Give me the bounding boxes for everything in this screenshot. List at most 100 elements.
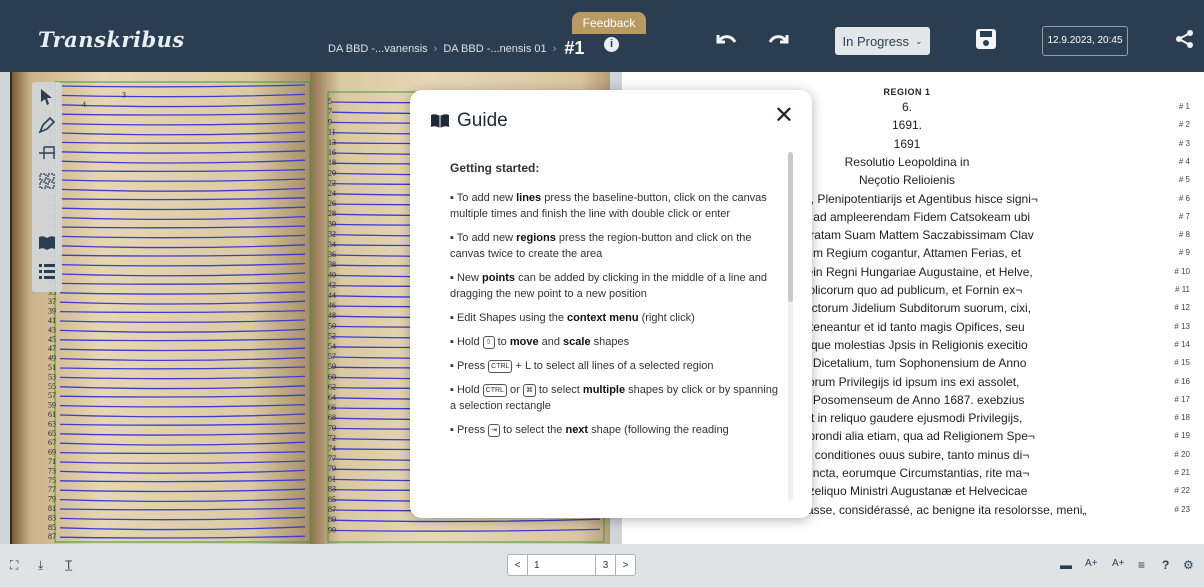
download-icon[interactable]: ⤓ — [38, 558, 43, 573]
baseline[interactable] — [59, 375, 306, 380]
baseline[interactable] — [59, 328, 306, 333]
breadcrumb-collection[interactable]: DA BBD -...vanensis — [328, 43, 428, 55]
breadcrumb-document[interactable]: DA BBD -...nensis 01 — [443, 43, 546, 55]
line-label: 46 — [328, 301, 336, 310]
baseline[interactable] — [59, 281, 306, 285]
book-icon[interactable] — [38, 234, 56, 252]
baseline[interactable] — [59, 319, 306, 323]
guide-text: shapes — [590, 336, 630, 348]
baseline[interactable] — [59, 403, 306, 408]
baseline[interactable] — [59, 150, 306, 154]
pointer-icon[interactable] — [38, 88, 56, 106]
font-increase-icon[interactable]: A+ — [1085, 558, 1098, 569]
line-label: 7 — [328, 107, 332, 116]
breadcrumb-separator: › — [552, 42, 557, 55]
line-label: 34 — [328, 240, 336, 249]
save-icon[interactable] — [975, 28, 997, 50]
baseline[interactable] — [59, 159, 306, 164]
guide-item: ▪ To add new lines press the baseline-bu… — [450, 190, 785, 222]
settings-icon[interactable]: ⚙ — [1183, 558, 1194, 572]
guide-scrollbar[interactable] — [788, 152, 793, 500]
line-label: 43 — [48, 325, 56, 334]
guide-item: ▪ Press ⇥ to select the next shape (foll… — [450, 422, 785, 438]
baseline[interactable] — [59, 272, 306, 277]
baseline[interactable] — [59, 347, 306, 352]
pen-icon[interactable] — [38, 116, 56, 134]
bullet: ▪ — [450, 336, 457, 348]
baseline[interactable] — [59, 215, 306, 221]
top-bar: Transkribus DA BBD -...vanensis › DA BBD… — [0, 0, 1204, 72]
baseline[interactable] — [59, 338, 306, 342]
line-number: # 22 — [1174, 486, 1190, 496]
baseline[interactable] — [59, 507, 306, 511]
baseline[interactable] — [59, 103, 306, 108]
guide-text: or — [506, 384, 523, 396]
baseline[interactable] — [59, 432, 306, 436]
fullscreen-icon[interactable]: ⛶ — [10, 558, 18, 573]
next-page-button[interactable]: > — [615, 555, 635, 575]
guide-item: ▪ Hold CTRL or ⌘ to select multiple shap… — [450, 382, 785, 414]
status-dropdown[interactable]: In Progress ⌄ — [835, 27, 930, 55]
baseline[interactable] — [59, 526, 306, 531]
list-icon[interactable] — [38, 262, 56, 280]
baseline[interactable] — [59, 93, 306, 98]
baseline[interactable] — [59, 366, 306, 370]
undo-icon[interactable] — [715, 32, 737, 48]
baseline[interactable] — [59, 206, 306, 211]
help-icon[interactable]: ? — [1162, 558, 1169, 572]
share-icon[interactable] — [1175, 29, 1195, 49]
baseline-tool-icon[interactable] — [38, 144, 56, 162]
info-icon[interactable]: i — [604, 37, 619, 52]
baseline[interactable] — [59, 253, 306, 257]
region-tool-icon[interactable] — [38, 172, 56, 190]
baseline[interactable] — [59, 356, 306, 362]
baseline[interactable] — [59, 300, 306, 305]
logo[interactable]: Transkribus — [38, 27, 185, 52]
baseline[interactable] — [59, 121, 306, 126]
line-label: 22 — [328, 179, 336, 188]
baseline[interactable] — [331, 518, 601, 523]
baseline[interactable] — [59, 112, 306, 116]
baseline[interactable] — [59, 535, 306, 539]
baseline[interactable] — [59, 441, 306, 446]
baseline[interactable] — [59, 84, 306, 88]
baseline[interactable] — [59, 516, 306, 521]
baseline[interactable] — [59, 422, 306, 426]
feedback-button[interactable]: Feedback — [572, 12, 646, 34]
redo-icon[interactable] — [768, 32, 790, 48]
baseline[interactable] — [59, 497, 306, 503]
baseline[interactable] — [59, 309, 306, 314]
baseline[interactable] — [59, 291, 306, 295]
baseline[interactable] — [59, 479, 306, 483]
bullet: ▪ — [450, 424, 457, 436]
baseline[interactable] — [59, 140, 306, 144]
text-format-icon[interactable]: T̲ — [65, 558, 72, 572]
baseline[interactable] — [59, 413, 306, 418]
baseline[interactable] — [59, 178, 306, 182]
baseline[interactable] — [59, 234, 306, 239]
baseline[interactable] — [59, 488, 306, 493]
line-label: 57 — [328, 352, 336, 361]
baseline[interactable] — [59, 262, 306, 267]
baseline[interactable] — [59, 168, 306, 173]
baseline[interactable] — [59, 385, 306, 390]
baseline[interactable] — [331, 528, 601, 532]
baseline[interactable] — [59, 225, 306, 229]
baseline[interactable] — [59, 131, 306, 136]
scrollbar-thumb[interactable] — [788, 152, 793, 302]
key-icon: ⇧ — [482, 335, 495, 349]
menu-icon[interactable]: ≡ — [1138, 558, 1145, 572]
chevron-down-icon: ⌄ — [914, 35, 923, 46]
close-icon[interactable]: ✕ — [774, 104, 794, 128]
keyboard-icon[interactable]: ▬ — [1060, 558, 1072, 572]
page-input[interactable]: 1 — [528, 555, 595, 575]
baseline[interactable] — [59, 460, 306, 464]
baseline[interactable] — [59, 469, 306, 474]
baseline[interactable] — [59, 394, 306, 398]
prev-page-button[interactable]: < — [508, 555, 528, 575]
baseline[interactable] — [59, 244, 306, 249]
font-decrease-icon[interactable]: A+ — [1112, 558, 1125, 569]
baseline[interactable] — [59, 197, 306, 201]
baseline[interactable] — [59, 450, 306, 455]
baseline[interactable] — [59, 187, 306, 192]
